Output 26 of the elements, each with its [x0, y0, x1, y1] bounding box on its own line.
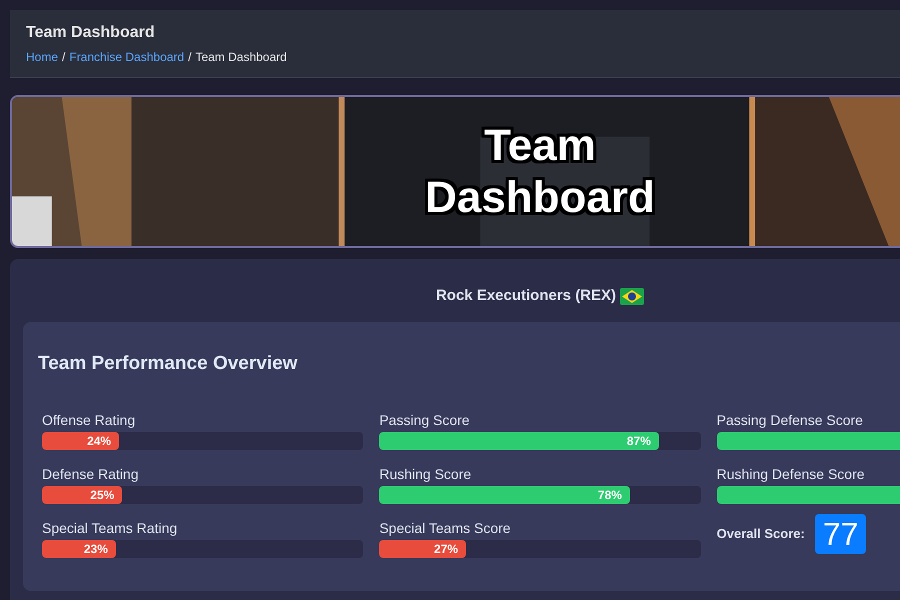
metric-label: Defense Rating: [42, 466, 140, 483]
page-title: Team Dashboard: [26, 23, 156, 43]
progress-value: 78%: [598, 487, 622, 504]
team-name: Rock Executioners (REX): [436, 286, 616, 306]
progress-value: 24%: [87, 433, 112, 450]
breadcrumb-link[interactable]: Franchise Dashboard: [69, 48, 184, 66]
overall-score-value: 77: [814, 514, 866, 554]
metric-label: Special Teams Score: [379, 520, 512, 537]
breadcrumb-separator: /: [61, 49, 66, 66]
metric-label: Offense Rating: [42, 412, 136, 429]
metric-label: Passing Defense Score: [716, 412, 864, 429]
overall-score-label: Overall Score:: [716, 525, 805, 544]
metric-label: Rushing Score: [379, 466, 472, 483]
banner-title: Team Dashboard: [424, 120, 656, 224]
progress-value: 87%: [626, 433, 651, 450]
metric-label: Special Teams Rating: [42, 520, 178, 537]
metric-label: Passing Score: [379, 412, 471, 429]
metric-label: Rushing Defense Score: [716, 466, 866, 483]
progress-value: 27%: [434, 541, 458, 558]
breadcrumb-separator: /: [187, 49, 192, 66]
breadcrumb-link[interactable]: Home: [26, 48, 58, 66]
overview-title: Team Performance Overview: [38, 352, 298, 376]
flag-icon: [620, 288, 644, 305]
breadcrumb-current: Team Dashboard: [195, 49, 287, 66]
progress-value: 23%: [84, 541, 108, 558]
progress-value: 25%: [90, 487, 114, 504]
